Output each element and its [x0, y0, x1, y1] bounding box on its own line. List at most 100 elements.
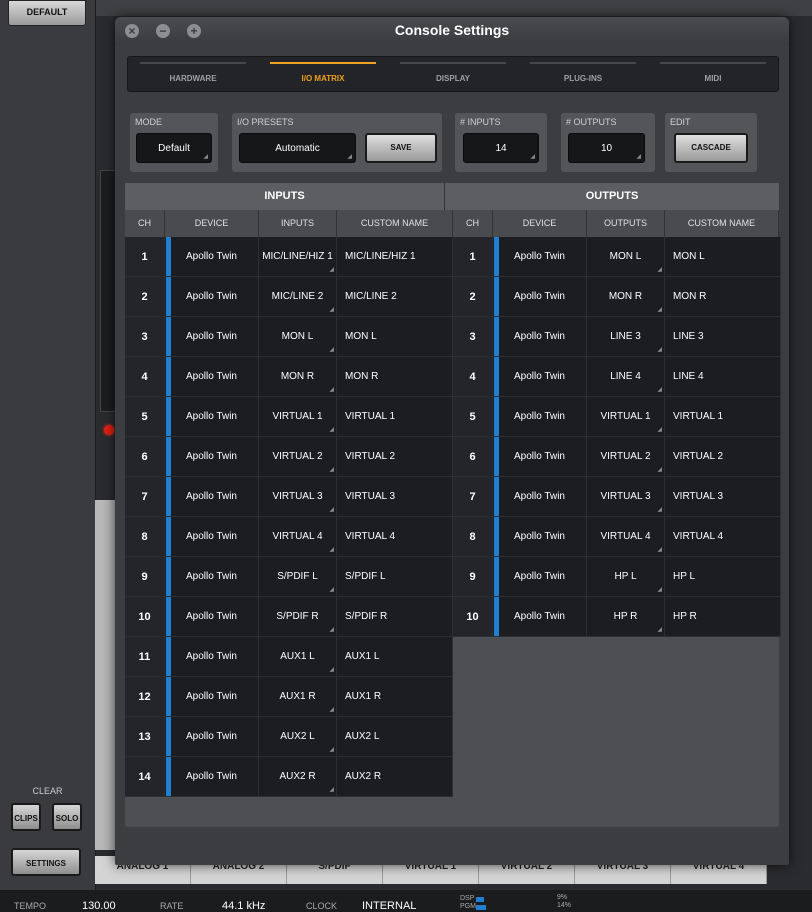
output-destination-dropdown[interactable]: VIRTUAL 3: [587, 477, 665, 517]
custom-name-field[interactable]: MON R: [665, 277, 781, 317]
output-destination-dropdown[interactable]: VIRTUAL 1: [587, 397, 665, 437]
column-header-custom-name: CUSTOM NAME: [337, 210, 453, 237]
output-destination-dropdown[interactable]: VIRTUAL 4: [587, 517, 665, 557]
device-cell[interactable]: Apollo Twin: [493, 357, 587, 397]
custom-name-field[interactable]: HP L: [665, 557, 781, 597]
custom-name-field[interactable]: AUX2 L: [337, 717, 453, 757]
clear-clips-button[interactable]: CLIPS: [11, 803, 41, 831]
custom-name-field[interactable]: S/PDIF L: [337, 557, 453, 597]
device-cell[interactable]: Apollo Twin: [493, 477, 587, 517]
custom-name-field[interactable]: LINE 4: [665, 357, 781, 397]
output-destination-dropdown[interactable]: LINE 3: [587, 317, 665, 357]
input-source-dropdown[interactable]: AUX2 L: [259, 717, 337, 757]
device-cell[interactable]: Apollo Twin: [493, 277, 587, 317]
custom-name-field[interactable]: VIRTUAL 2: [665, 437, 781, 477]
settings-button[interactable]: SETTINGS: [11, 848, 81, 876]
device-cell[interactable]: Apollo Twin: [165, 317, 259, 357]
tab-plug-ins[interactable]: PLUG-INS: [518, 57, 648, 91]
device-cell[interactable]: Apollo Twin: [165, 677, 259, 717]
tab-midi[interactable]: MIDI: [648, 57, 778, 91]
device-cell[interactable]: Apollo Twin: [165, 437, 259, 477]
device-cell[interactable]: Apollo Twin: [165, 397, 259, 437]
output-destination-dropdown[interactable]: HP R: [587, 597, 665, 637]
device-cell[interactable]: Apollo Twin: [493, 597, 587, 637]
custom-name-field[interactable]: VIRTUAL 3: [337, 477, 453, 517]
io-presets-dropdown[interactable]: Automatic: [239, 133, 356, 163]
custom-name-field[interactable]: MON R: [337, 357, 453, 397]
output-destination-dropdown[interactable]: HP L: [587, 557, 665, 597]
table-row: 5Apollo TwinVIRTUAL 1VIRTUAL 1: [453, 397, 781, 437]
input-source-dropdown[interactable]: AUX1 L: [259, 637, 337, 677]
device-cell[interactable]: Apollo Twin: [493, 517, 587, 557]
default-button[interactable]: DEFAULT: [8, 0, 86, 26]
device-cell[interactable]: Apollo Twin: [165, 277, 259, 317]
device-cell[interactable]: Apollo Twin: [165, 597, 259, 637]
inputs-count-dropdown[interactable]: 14: [463, 133, 539, 163]
input-source-dropdown[interactable]: MIC/LINE/HIZ 1: [259, 237, 337, 277]
cascade-button[interactable]: CASCADE: [674, 133, 748, 163]
input-source-dropdown[interactable]: AUX1 R: [259, 677, 337, 717]
record-indicator-icon[interactable]: [104, 425, 114, 435]
output-destination-dropdown[interactable]: VIRTUAL 2: [587, 437, 665, 477]
output-destination-dropdown[interactable]: MON R: [587, 277, 665, 317]
column-header-inputs: INPUTS: [259, 210, 337, 237]
device-cell[interactable]: Apollo Twin: [165, 357, 259, 397]
input-source-dropdown[interactable]: MON R: [259, 357, 337, 397]
custom-name-field[interactable]: S/PDIF R: [337, 597, 453, 637]
input-source-dropdown[interactable]: VIRTUAL 4: [259, 517, 337, 557]
tab-io-matrix[interactable]: I/O MATRIX: [258, 57, 388, 91]
custom-name-field[interactable]: MON L: [337, 317, 453, 357]
custom-name-field[interactable]: MIC/LINE/HIZ 1: [337, 237, 453, 277]
custom-name-field[interactable]: VIRTUAL 4: [665, 517, 781, 557]
device-cell[interactable]: Apollo Twin: [165, 757, 259, 797]
custom-name-field[interactable]: HP R: [665, 597, 781, 637]
clear-solo-button[interactable]: SOLO: [52, 803, 82, 831]
custom-name-field[interactable]: VIRTUAL 4: [337, 517, 453, 557]
clock-value[interactable]: INTERNAL: [362, 900, 416, 912]
tempo-value[interactable]: 130.00: [82, 900, 116, 912]
custom-name-field[interactable]: AUX1 L: [337, 637, 453, 677]
device-cell[interactable]: Apollo Twin: [493, 437, 587, 477]
mode-dropdown[interactable]: Default: [136, 133, 212, 163]
device-cell[interactable]: Apollo Twin: [493, 237, 587, 277]
tab-hardware[interactable]: HARDWARE: [128, 57, 258, 91]
status-bar: TEMPO 130.00 RATE 44.1 kHz CLOCK INTERNA…: [0, 890, 812, 912]
rate-value[interactable]: 44.1 kHz: [222, 900, 265, 912]
save-preset-button[interactable]: SAVE: [365, 133, 437, 163]
output-destination-dropdown[interactable]: LINE 4: [587, 357, 665, 397]
input-source-dropdown[interactable]: VIRTUAL 3: [259, 477, 337, 517]
device-cell[interactable]: Apollo Twin: [165, 477, 259, 517]
device-cell[interactable]: Apollo Twin: [165, 637, 259, 677]
custom-name-field[interactable]: AUX2 R: [337, 757, 453, 797]
input-source-dropdown[interactable]: S/PDIF L: [259, 557, 337, 597]
input-source-dropdown[interactable]: AUX2 R: [259, 757, 337, 797]
custom-name-field[interactable]: VIRTUAL 1: [665, 397, 781, 437]
device-cell[interactable]: Apollo Twin: [165, 517, 259, 557]
device-cell[interactable]: Apollo Twin: [165, 237, 259, 277]
device-cell[interactable]: Apollo Twin: [493, 397, 587, 437]
input-source-dropdown[interactable]: MON L: [259, 317, 337, 357]
tab-display[interactable]: DISPLAY: [388, 57, 518, 91]
custom-name-field[interactable]: AUX1 R: [337, 677, 453, 717]
device-cell[interactable]: Apollo Twin: [165, 557, 259, 597]
channel-number: 3: [453, 317, 493, 357]
custom-name-field[interactable]: MON L: [665, 237, 781, 277]
channel-number: 1: [125, 237, 165, 277]
device-cell[interactable]: Apollo Twin: [493, 557, 587, 597]
custom-name-field[interactable]: VIRTUAL 2: [337, 437, 453, 477]
background-mixer-header: [95, 0, 812, 16]
input-source-dropdown[interactable]: MIC/LINE 2: [259, 277, 337, 317]
input-source-dropdown[interactable]: S/PDIF R: [259, 597, 337, 637]
outputs-count-dropdown[interactable]: 10: [568, 133, 645, 163]
input-source-dropdown[interactable]: VIRTUAL 1: [259, 397, 337, 437]
output-destination-dropdown[interactable]: MON L: [587, 237, 665, 277]
device-cell[interactable]: Apollo Twin: [493, 317, 587, 357]
custom-name-field[interactable]: VIRTUAL 1: [337, 397, 453, 437]
custom-name-field[interactable]: LINE 3: [665, 317, 781, 357]
channel-number: 1: [453, 237, 493, 277]
window-titlebar[interactable]: × − + Console Settings: [115, 17, 789, 45]
custom-name-field[interactable]: MIC/LINE 2: [337, 277, 453, 317]
input-source-dropdown[interactable]: VIRTUAL 2: [259, 437, 337, 477]
device-cell[interactable]: Apollo Twin: [165, 717, 259, 757]
custom-name-field[interactable]: VIRTUAL 3: [665, 477, 781, 517]
